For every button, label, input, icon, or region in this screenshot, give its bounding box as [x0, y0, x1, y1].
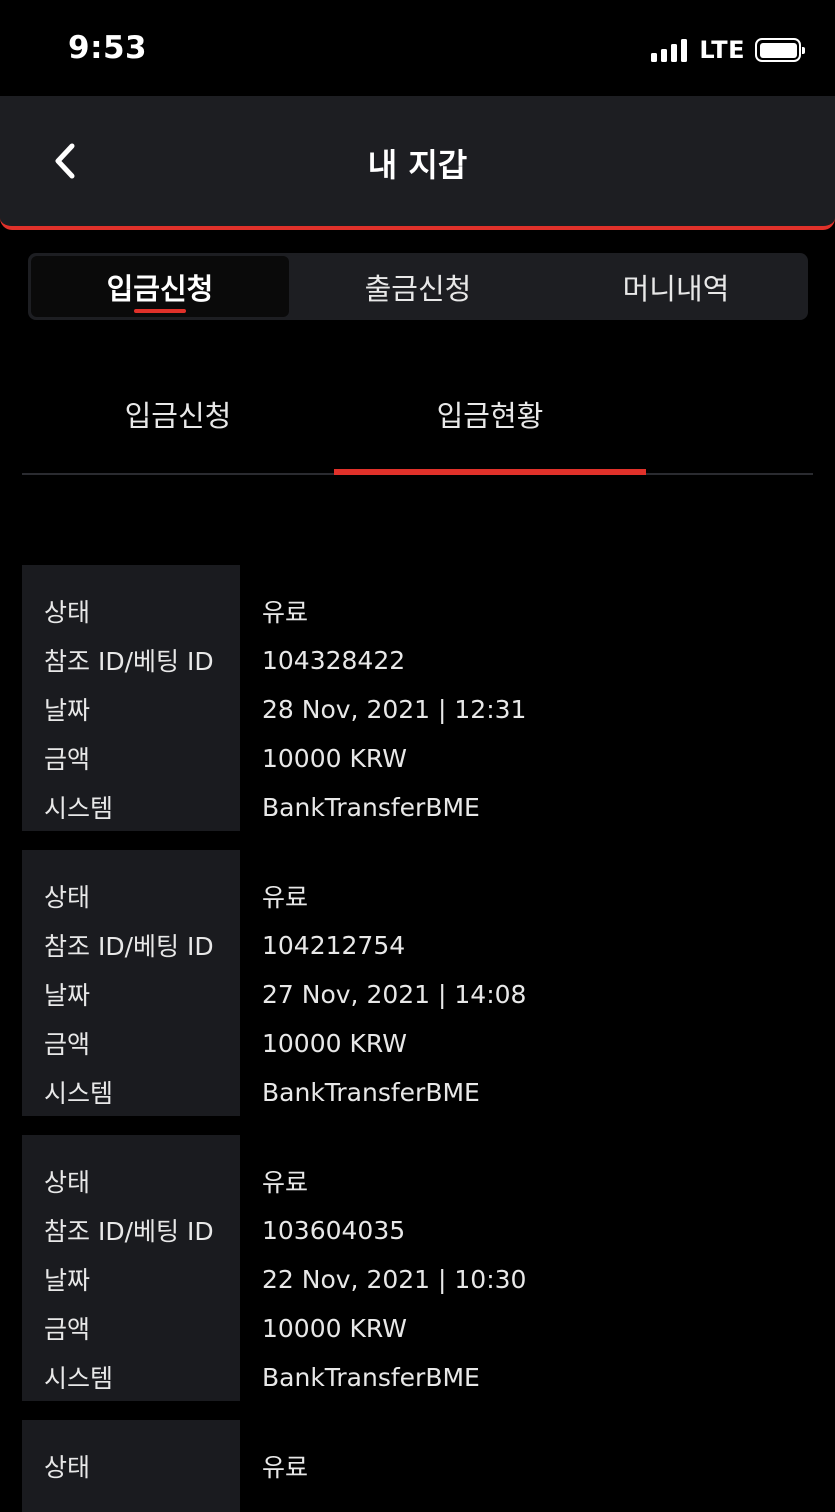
- ref-id-value: 103604035: [262, 1215, 406, 1245]
- ref-id-value: 104328422: [262, 645, 406, 675]
- record-row-ref-id: 참조 ID/베팅 ID 103604035: [22, 1212, 813, 1248]
- status-indicators: LTE: [651, 36, 805, 64]
- subtab-deposit-status[interactable]: 입금현황: [334, 360, 646, 475]
- ref-id-value: 104212754: [262, 930, 406, 960]
- record-row-date: 날짜 28 Nov, 2021 | 12:31: [22, 691, 813, 727]
- tab-label: 입금신청: [106, 271, 214, 306]
- record-row-amount: 금액 10000 KRW: [22, 1310, 813, 1346]
- deposit-record: 상태 유료 참조 ID/베팅 ID 104328422 날짜 28 Nov, 2…: [22, 565, 813, 831]
- record-row-date: 날짜 27 Nov, 2021 | 14:08: [22, 976, 813, 1012]
- system-value: BankTransferBME: [262, 1362, 480, 1392]
- subtab-deposit-request[interactable]: 입금신청: [22, 360, 334, 473]
- record-row-status: 상태 유료: [22, 878, 813, 914]
- field-label: 시스템: [44, 1079, 114, 1108]
- field-label: 상태: [44, 1168, 91, 1197]
- app-header: 내 지갑: [0, 96, 835, 230]
- field-label: 금액: [44, 745, 91, 774]
- amount-value: 10000 KRW: [262, 1313, 407, 1343]
- active-tab-indicator: [134, 309, 186, 313]
- sub-tab-bar: 입금신청 입금현황: [22, 360, 813, 475]
- deposit-record: 상태 유료: [22, 1420, 813, 1512]
- status-value: 유료: [262, 1168, 309, 1197]
- record-row-status: 상태 유료: [22, 593, 813, 629]
- battery-icon: [755, 38, 805, 62]
- record-row-system: 시스템 BankTransferBME: [22, 789, 813, 825]
- field-label: 날짜: [44, 981, 91, 1010]
- record-row-ref-id: 참조 ID/베팅 ID 104212754: [22, 927, 813, 963]
- amount-value: 10000 KRW: [262, 1028, 407, 1058]
- field-label: 시스템: [44, 794, 114, 823]
- subtab-label: 입금현황: [436, 399, 544, 433]
- field-label: 상태: [44, 883, 91, 912]
- field-label: 날짜: [44, 696, 91, 725]
- main-tab-bar: 입금신청 출금신청 머니내역: [28, 253, 808, 320]
- record-row-system: 시스템 BankTransferBME: [22, 1074, 813, 1110]
- signal-icon: [651, 38, 688, 62]
- tab-label: 머니내역: [622, 271, 730, 306]
- date-value: 22 Nov, 2021 | 10:30: [262, 1264, 527, 1294]
- deposit-record: 상태 유료 참조 ID/베팅 ID 103604035 날짜 22 Nov, 2…: [22, 1135, 813, 1401]
- tab-money-history[interactable]: 머니내역: [547, 256, 805, 317]
- field-label: 시스템: [44, 1364, 114, 1393]
- deposit-records-list: 상태 유료 참조 ID/베팅 ID 104328422 날짜 28 Nov, 2…: [22, 565, 813, 1512]
- field-label: 참조 ID/베팅 ID: [44, 932, 214, 961]
- record-row-status: 상태 유료: [22, 1163, 813, 1199]
- subtab-label: 입금신청: [124, 399, 232, 433]
- field-label: 상태: [44, 598, 91, 627]
- date-value: 27 Nov, 2021 | 14:08: [262, 979, 527, 1009]
- status-value: 유료: [262, 598, 309, 627]
- status-value: 유료: [262, 1453, 309, 1482]
- record-row-amount: 금액 10000 KRW: [22, 740, 813, 776]
- record-row-amount: 금액 10000 KRW: [22, 1025, 813, 1061]
- system-value: BankTransferBME: [262, 792, 480, 822]
- field-label: 참조 ID/베팅 ID: [44, 647, 214, 676]
- system-value: BankTransferBME: [262, 1077, 480, 1107]
- status-time: 9:53: [68, 30, 148, 66]
- record-row-status: 상태 유료: [22, 1448, 813, 1484]
- active-subtab-indicator: [334, 469, 646, 475]
- field-label: 참조 ID/베팅 ID: [44, 1217, 214, 1246]
- field-label: 날짜: [44, 1266, 91, 1295]
- field-label: 상태: [44, 1453, 91, 1482]
- field-label: 금액: [44, 1030, 91, 1059]
- status-value: 유료: [262, 883, 309, 912]
- record-row-date: 날짜 22 Nov, 2021 | 10:30: [22, 1261, 813, 1297]
- amount-value: 10000 KRW: [262, 743, 407, 773]
- field-label: 금액: [44, 1315, 91, 1344]
- tab-label: 출금신청: [364, 271, 472, 306]
- tab-withdraw-request[interactable]: 출금신청: [289, 256, 547, 317]
- record-row-system: 시스템 BankTransferBME: [22, 1359, 813, 1395]
- network-type: LTE: [699, 36, 745, 64]
- record-row-ref-id: 참조 ID/베팅 ID 104328422: [22, 642, 813, 678]
- tab-deposit-request[interactable]: 입금신청: [31, 256, 289, 317]
- page-title: 내 지갑: [367, 146, 468, 184]
- status-bar: 9:53 LTE: [0, 0, 835, 96]
- date-value: 28 Nov, 2021 | 12:31: [262, 694, 527, 724]
- deposit-record: 상태 유료 참조 ID/베팅 ID 104212754 날짜 27 Nov, 2…: [22, 850, 813, 1116]
